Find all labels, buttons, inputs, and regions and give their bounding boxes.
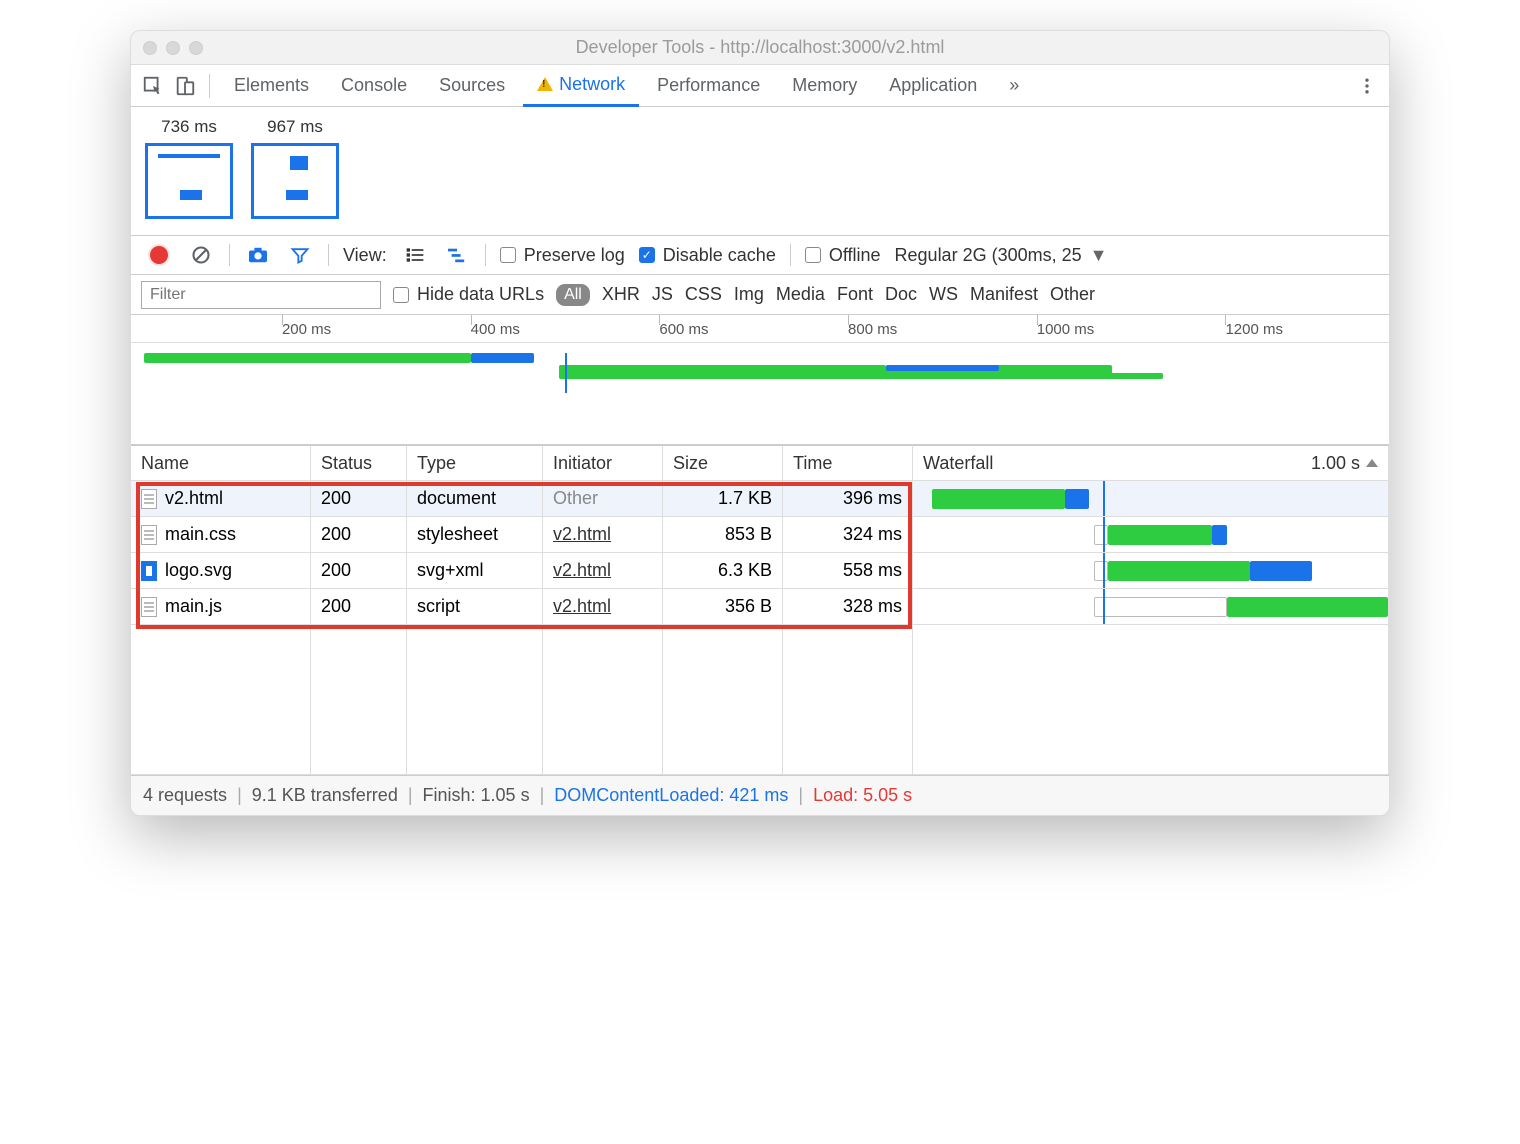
inspect-icon[interactable] [139, 72, 167, 100]
requests-table: Name Status Type Initiator Size Time Wat… [131, 445, 1389, 775]
filmstrip-thumb [145, 143, 233, 219]
filter-other[interactable]: Other [1050, 284, 1095, 305]
view-waterfall-icon[interactable] [443, 241, 471, 269]
filter-font[interactable]: Font [837, 284, 873, 305]
titlebar: Developer Tools - http://localhost:3000/… [131, 31, 1389, 65]
filter-bar: Hide data URLs All XHR JS CSS Img Media … [131, 275, 1389, 315]
initiator-link[interactable]: v2.html [553, 524, 611, 545]
capture-screenshots-button[interactable] [244, 241, 272, 269]
filter-js[interactable]: JS [652, 284, 673, 305]
disable-cache-checkbox[interactable]: Disable cache [639, 245, 776, 266]
initiator-link[interactable]: v2.html [553, 596, 611, 617]
waterfall-cell [913, 553, 1389, 589]
waterfall-cell [913, 481, 1389, 517]
status-bar: 4 requests | 9.1 KB transferred | Finish… [131, 775, 1389, 815]
col-size[interactable]: Size [663, 445, 783, 481]
window-title: Developer Tools - http://localhost:3000/… [131, 37, 1389, 58]
initiator-link[interactable]: v2.html [553, 560, 611, 581]
tabs-overflow[interactable]: » [995, 65, 1033, 107]
col-type[interactable]: Type [407, 445, 543, 481]
record-icon [150, 246, 168, 264]
col-status[interactable]: Status [311, 445, 407, 481]
throttling-select[interactable]: Regular 2G (300ms, 25 ▼ [895, 245, 1108, 266]
separator [485, 244, 486, 266]
clear-button[interactable] [187, 241, 215, 269]
separator [328, 244, 329, 266]
tab-sources[interactable]: Sources [425, 65, 519, 107]
status-dcl: DOMContentLoaded: 421 ms [554, 785, 788, 806]
file-icon [141, 489, 157, 509]
tab-memory[interactable]: Memory [778, 65, 871, 107]
checkbox-icon [500, 247, 516, 263]
waterfall-cell [913, 517, 1389, 553]
main-tabs: Elements Console Sources Network Perform… [131, 65, 1389, 107]
kebab-menu-icon[interactable] [1353, 72, 1381, 100]
tab-network[interactable]: Network [523, 65, 639, 107]
filter-xhr[interactable]: XHR [602, 284, 640, 305]
separator [209, 74, 210, 98]
tab-console[interactable]: Console [327, 65, 421, 107]
tab-application[interactable]: Application [875, 65, 991, 107]
tab-elements[interactable]: Elements [220, 65, 323, 107]
network-options: View: Preserve log Disable cache Offline… [131, 235, 1389, 275]
warning-icon [537, 77, 553, 91]
filter-doc[interactable]: Doc [885, 284, 917, 305]
filmstrip: 736 ms 967 ms [131, 107, 1389, 235]
filmstrip-time: 736 ms [161, 117, 217, 137]
waterfall-cell [913, 589, 1389, 625]
filter-toggle-button[interactable] [286, 241, 314, 269]
filter-ws[interactable]: WS [929, 284, 958, 305]
col-time[interactable]: Time [783, 445, 913, 481]
col-name[interactable]: Name [131, 445, 311, 481]
status-transferred: 9.1 KB transferred [252, 785, 398, 806]
filmstrip-time: 967 ms [267, 117, 323, 137]
file-icon [141, 525, 157, 545]
view-label: View: [343, 245, 387, 266]
status-finish: Finish: 1.05 s [423, 785, 530, 806]
file-icon [141, 597, 157, 617]
checkbox-icon [393, 287, 409, 303]
offline-checkbox[interactable]: Offline [805, 245, 881, 266]
filmstrip-frame[interactable]: 967 ms [251, 117, 339, 219]
separator [790, 244, 791, 266]
hide-data-urls-checkbox[interactable]: Hide data URLs [393, 284, 544, 305]
separator [229, 244, 230, 266]
col-initiator[interactable]: Initiator [543, 445, 663, 481]
filter-manifest[interactable]: Manifest [970, 284, 1038, 305]
sort-asc-icon [1366, 459, 1378, 467]
chevron-down-icon: ▼ [1090, 245, 1108, 266]
filter-img[interactable]: Img [734, 284, 764, 305]
devtools-window: Developer Tools - http://localhost:3000/… [130, 30, 1390, 816]
filmstrip-thumb [251, 143, 339, 219]
col-waterfall[interactable]: Waterfall 1.00 s [913, 445, 1389, 481]
file-icon [141, 561, 157, 581]
filter-media[interactable]: Media [776, 284, 825, 305]
tab-performance[interactable]: Performance [643, 65, 774, 107]
checkbox-icon [805, 247, 821, 263]
preserve-log-checkbox[interactable]: Preserve log [500, 245, 625, 266]
filter-all[interactable]: All [556, 284, 590, 306]
device-icon[interactable] [171, 72, 199, 100]
filmstrip-frame[interactable]: 736 ms [145, 117, 233, 219]
checkbox-icon [639, 247, 655, 263]
filter-css[interactable]: CSS [685, 284, 722, 305]
timeline-overview[interactable]: 200 ms 400 ms 600 ms 800 ms 1000 ms 1200… [131, 315, 1389, 445]
status-requests: 4 requests [143, 785, 227, 806]
filter-input[interactable] [141, 281, 381, 309]
status-load: Load: 5.05 s [813, 785, 912, 806]
view-large-icon[interactable] [401, 241, 429, 269]
record-button[interactable] [145, 241, 173, 269]
